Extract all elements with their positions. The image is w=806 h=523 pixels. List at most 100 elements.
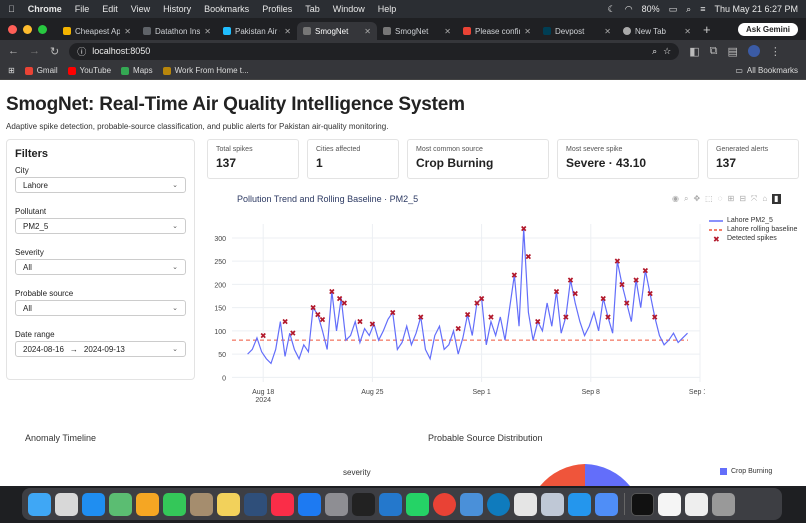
close-tab-icon[interactable]: ✕ [524, 27, 531, 36]
battery-icon[interactable]: ▭ [669, 4, 678, 15]
address-bar[interactable]: ⓘ localhost:8050 ⌕ ☆ [69, 42, 680, 60]
close-tab-icon[interactable]: ✕ [364, 27, 371, 36]
city-dropdown[interactable]: Lahore ⌄ [15, 177, 186, 193]
finder-icon[interactable] [28, 492, 51, 516]
spike-marker[interactable]: ✖ [647, 290, 654, 299]
date-start[interactable]: 2024-08-16 [23, 345, 64, 354]
spike-marker[interactable]: ✖ [562, 313, 569, 322]
pollutant-dropdown[interactable]: PM2_5 ⌄ [15, 218, 186, 234]
spike-marker[interactable]: ✖ [520, 225, 527, 234]
maps-app-icon[interactable] [109, 492, 132, 516]
spike-marker[interactable]: ✖ [525, 253, 532, 262]
extensions-puzzle-icon[interactable]: ⧉ [710, 45, 718, 58]
spike-marker[interactable]: ✖ [619, 280, 626, 289]
bookmark-maps[interactable]: Maps [121, 66, 153, 75]
menubar-app-name[interactable]: Chrome [28, 4, 62, 14]
vscode-icon[interactable] [379, 492, 402, 516]
close-tab-icon[interactable]: ✕ [684, 27, 691, 36]
pie-legend-item[interactable]: Crop Burning [720, 468, 772, 475]
legend-item-pm25[interactable]: Lahore PM2_5 [709, 217, 797, 224]
tab-cheapest-app[interactable]: Cheapest App ✕ [57, 22, 137, 40]
mail-app-icon[interactable] [595, 492, 618, 516]
battery-percent[interactable]: 80% [642, 4, 660, 14]
apple-menu-icon[interactable]:  [8, 4, 15, 14]
spike-marker[interactable]: ✖ [623, 299, 630, 308]
wifi-icon[interactable]: ◠ [625, 4, 633, 15]
source-dropdown[interactable]: All ⌄ [15, 300, 186, 316]
menubar-item-bookmarks[interactable]: Bookmarks [204, 4, 249, 14]
terminal-icon[interactable] [352, 492, 375, 516]
legend-item-baseline[interactable]: Lahore rolling baseline [709, 226, 797, 233]
contacts-icon[interactable] [190, 492, 213, 516]
spike-marker[interactable]: ✖ [282, 318, 289, 327]
spike-marker[interactable]: ✖ [369, 320, 376, 329]
tab-smognet[interactable]: SmogNet ✕ [377, 22, 457, 40]
zoom-out-icon[interactable]: ⊟ [739, 194, 746, 204]
ask-gemini-button[interactable]: Ask Gemini [737, 22, 798, 36]
zoom-in-icon[interactable]: ⊞ [728, 194, 735, 204]
lasso-select-icon[interactable]: ◌ [718, 194, 723, 204]
zoom-icon[interactable]: ⌕ [652, 46, 657, 57]
back-icon[interactable]: ← [8, 45, 19, 57]
close-tab-icon[interactable]: ✕ [604, 27, 611, 36]
bookmark-work-from-home[interactable]: Work From Home t... [162, 66, 249, 75]
site-info-icon[interactable]: ⓘ [77, 45, 86, 58]
spike-marker[interactable]: ✖ [534, 318, 541, 327]
spike-marker[interactable]: ✖ [633, 276, 640, 285]
apps-grid-icon[interactable]: ⊞ [8, 66, 15, 75]
zoom-icon[interactable]: ⌕ [684, 194, 688, 204]
pie-slice-crop-burning[interactable] [585, 464, 630, 486]
whatsapp-icon[interactable] [406, 492, 429, 516]
system-settings-icon[interactable] [325, 492, 348, 516]
tab-smognet-active[interactable]: SmogNet ✕ [297, 22, 377, 40]
close-window-icon[interactable] [8, 24, 17, 34]
tab-devpost[interactable]: Devpost ✕ [537, 22, 617, 40]
more-menu-icon[interactable]: ⋮ [770, 45, 781, 58]
menubar-item-history[interactable]: History [163, 4, 191, 14]
pm25-series-line[interactable] [247, 228, 688, 365]
extension-icon[interactable]: ◧ [689, 45, 699, 58]
minimize-window-icon[interactable] [23, 24, 32, 34]
date-end[interactable]: 2024-09-13 [84, 345, 125, 354]
severity-dropdown[interactable]: All ⌄ [15, 259, 186, 275]
spike-marker[interactable]: ✖ [289, 329, 296, 338]
spike-marker[interactable]: ✖ [417, 313, 424, 322]
spike-marker[interactable]: ✖ [488, 313, 495, 322]
menubar-item-window[interactable]: Window [333, 4, 365, 14]
pie-slice-secondary[interactable] [540, 464, 585, 486]
spike-marker[interactable]: ✖ [614, 257, 621, 266]
spike-marker[interactable]: ✖ [464, 311, 471, 320]
mail-icon[interactable] [514, 492, 537, 516]
notes-icon[interactable] [217, 492, 240, 516]
spike-marker[interactable]: ✖ [600, 294, 607, 303]
side-panel-icon[interactable]: ▤ [727, 45, 737, 58]
close-tab-icon[interactable]: ✕ [284, 27, 291, 36]
close-tab-icon[interactable]: ✕ [124, 27, 131, 36]
spike-marker[interactable]: ✖ [455, 325, 462, 334]
search-icon[interactable]: ⌕ [686, 4, 691, 15]
spike-marker[interactable]: ✖ [478, 294, 485, 303]
menubar-item-profiles[interactable]: Profiles [262, 4, 292, 14]
camera-icon[interactable]: ◉ [672, 194, 679, 204]
menubar-item-edit[interactable]: Edit [102, 4, 118, 14]
autoscale-icon[interactable]: ⤧ [751, 194, 757, 204]
preview-icon[interactable] [541, 492, 564, 516]
app-store-icon[interactable] [298, 492, 321, 516]
bookmark-gmail[interactable]: Gmail [24, 66, 58, 75]
forward-icon[interactable]: → [29, 45, 40, 57]
downloads-stack-icon[interactable] [658, 492, 681, 516]
close-tab-icon[interactable]: ✕ [444, 27, 451, 36]
freeform-icon[interactable] [244, 492, 267, 516]
spike-marker[interactable]: ✖ [357, 318, 364, 327]
legend-item-spikes[interactable]: ✖ Detected spikes [709, 235, 797, 242]
menubar-item-help[interactable]: Help [378, 4, 397, 14]
docker-icon[interactable] [568, 492, 591, 516]
box-select-icon[interactable]: ⬚ [705, 194, 713, 204]
photos-icon[interactable] [136, 492, 159, 516]
safari-icon[interactable] [82, 492, 105, 516]
tab-please-confirm[interactable]: Please confirm✕ [457, 22, 537, 40]
menubar-item-file[interactable]: File [75, 4, 90, 14]
spike-marker[interactable]: ✖ [389, 308, 396, 317]
menubar-clock[interactable]: Thu May 21 6:27 PM [714, 4, 798, 14]
spike-marker[interactable]: ✖ [642, 266, 649, 275]
